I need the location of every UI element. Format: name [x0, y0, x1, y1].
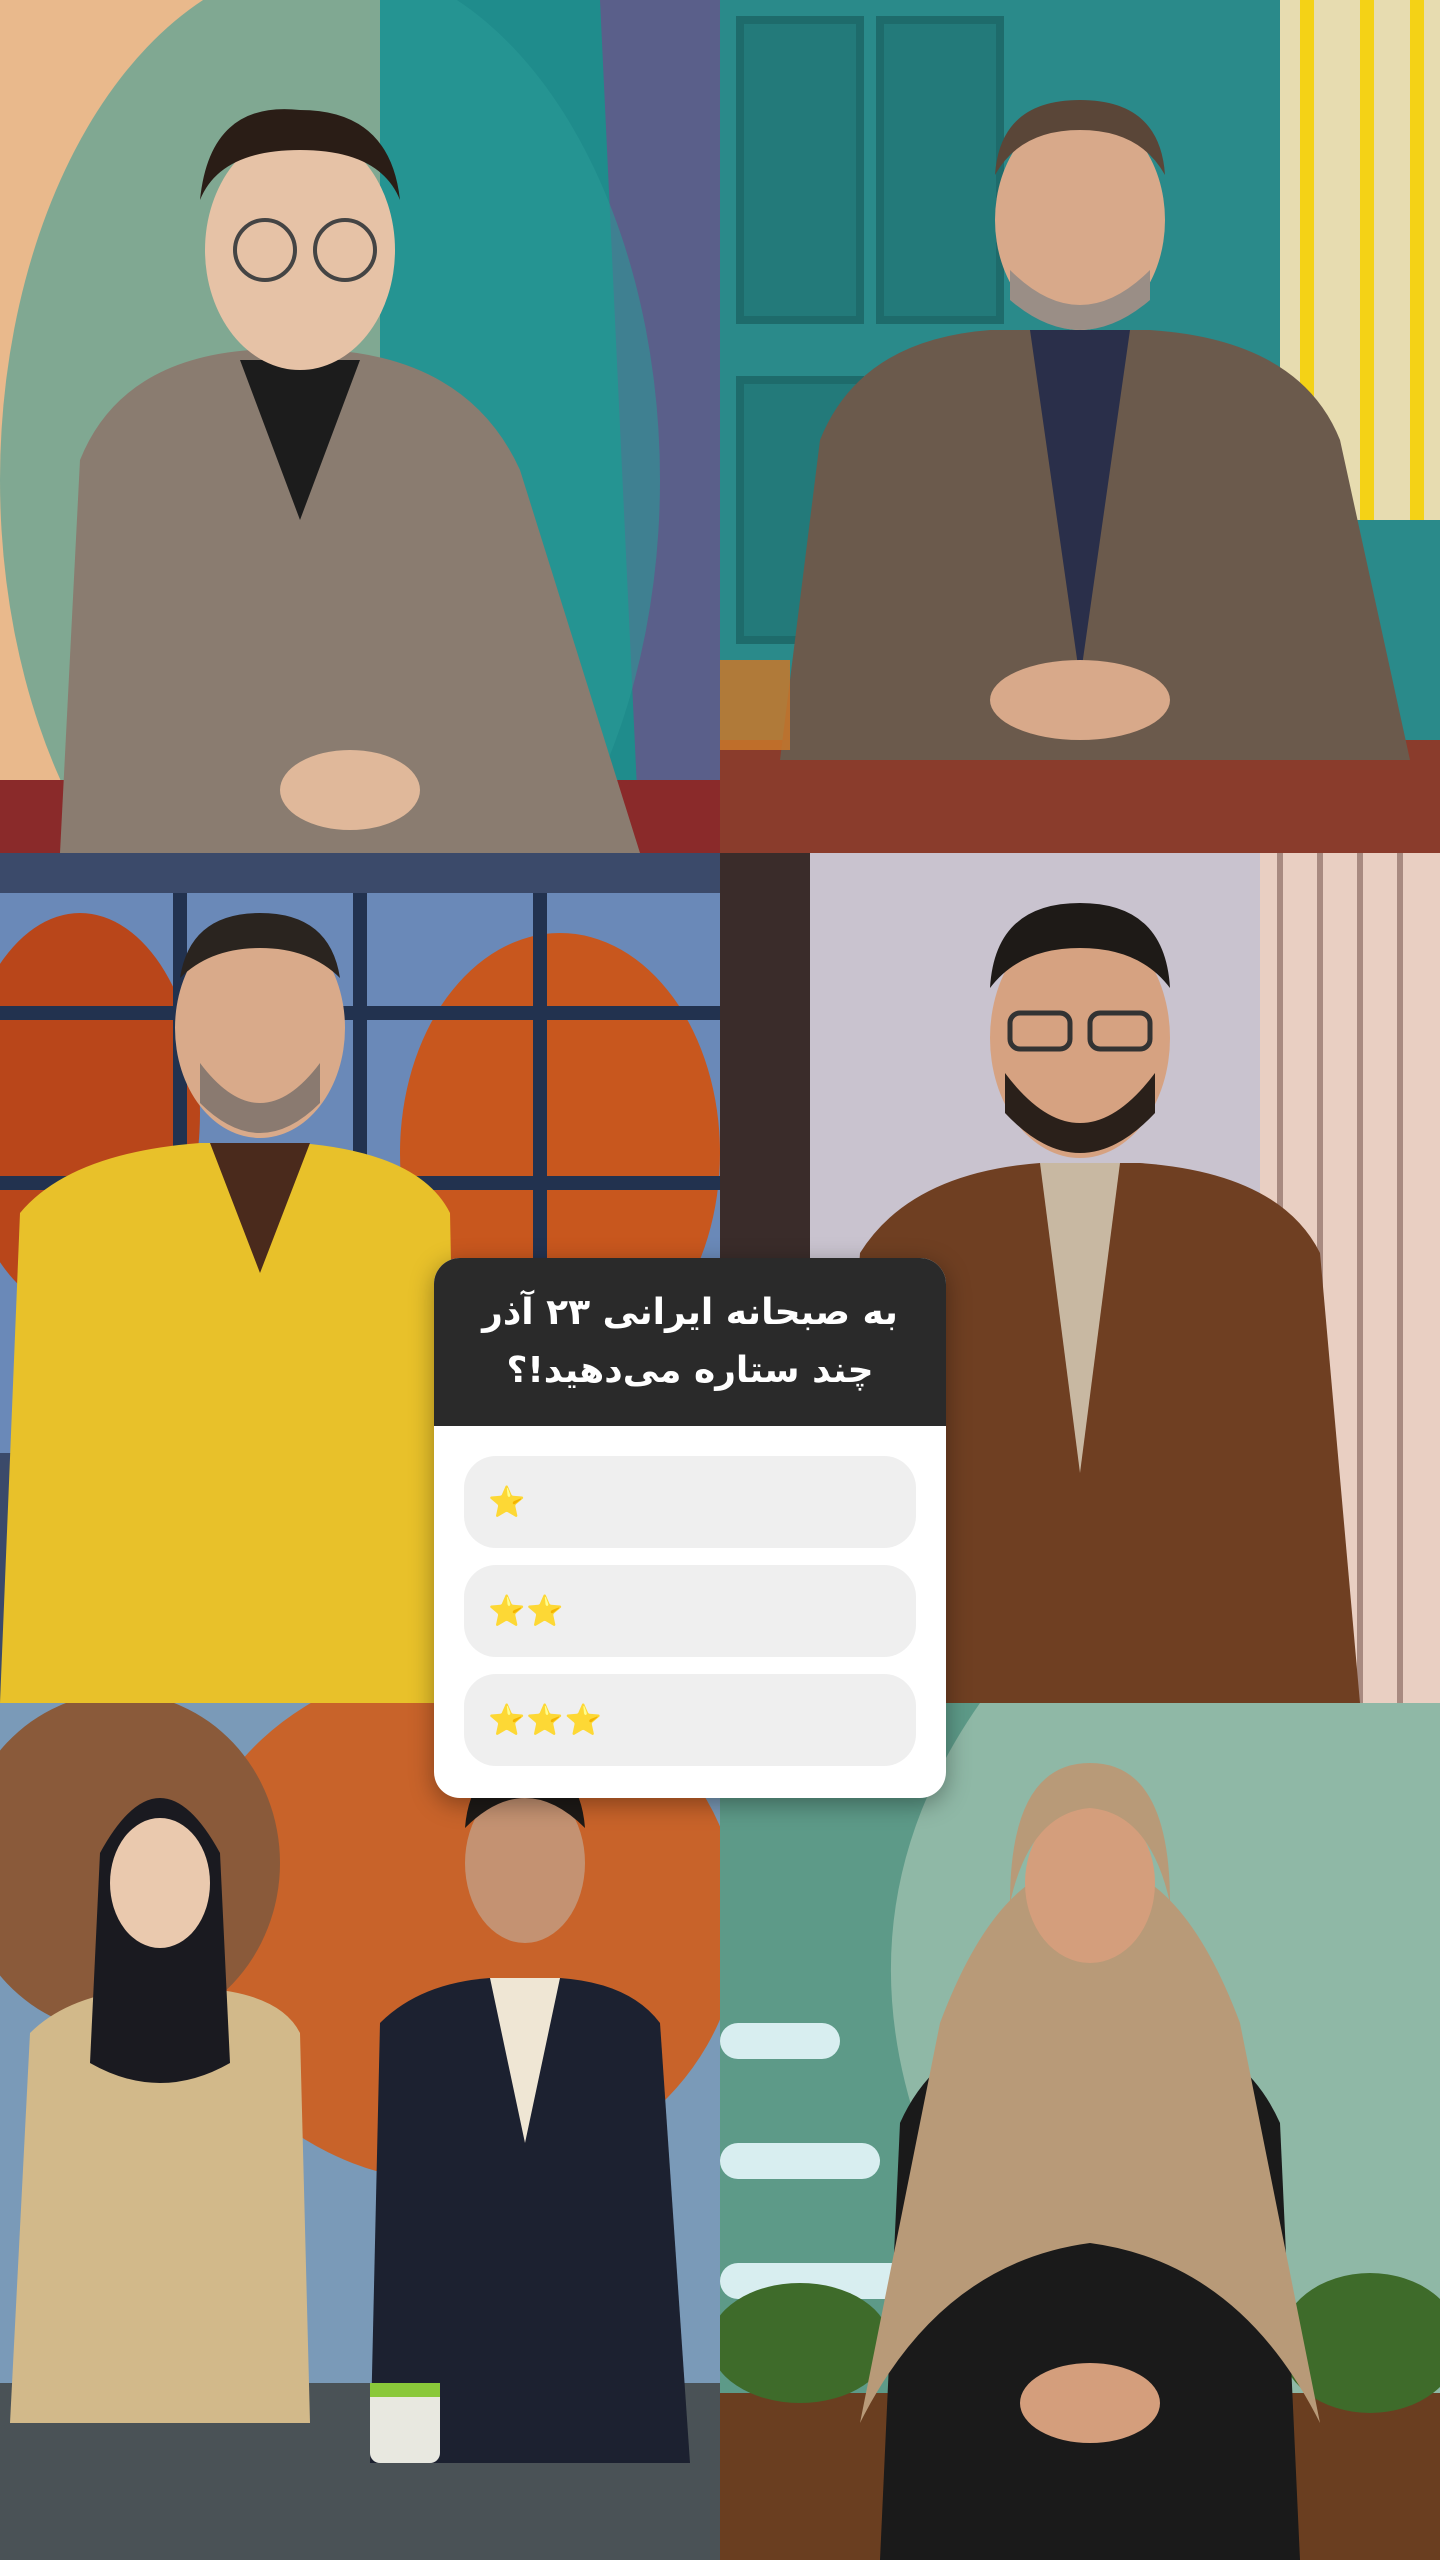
poll-sticker: به صبحانه ایرانی ۲۳ آذر چند ستاره می‌دهی…	[434, 1258, 946, 1798]
star-icon: ⭐⭐	[488, 1593, 565, 1629]
poll-option-2-stars[interactable]: ⭐⭐	[464, 1565, 916, 1657]
poll-option-3-stars[interactable]: ⭐⭐⭐	[464, 1674, 916, 1766]
photo-guest-hijab	[720, 1703, 1440, 2560]
poll-header: به صبحانه ایرانی ۲۳ آذر چند ستاره می‌دهی…	[434, 1258, 946, 1426]
star-icon: ⭐	[488, 1484, 527, 1520]
photo-guests-pair	[0, 1703, 720, 2560]
poll-options: ⭐ ⭐⭐ ⭐⭐⭐	[434, 1426, 946, 1766]
story-frame: به صبحانه ایرانی ۲۳ آذر چند ستاره می‌دهی…	[0, 0, 1440, 2560]
photo-guest-1	[0, 0, 720, 853]
poll-question: به صبحانه ایرانی ۲۳ آذر چند ستاره می‌دهی…	[482, 1292, 898, 1391]
poll-option-1-star[interactable]: ⭐	[464, 1456, 916, 1548]
star-icon: ⭐⭐⭐	[488, 1702, 604, 1738]
photo-guest-2	[720, 0, 1440, 853]
